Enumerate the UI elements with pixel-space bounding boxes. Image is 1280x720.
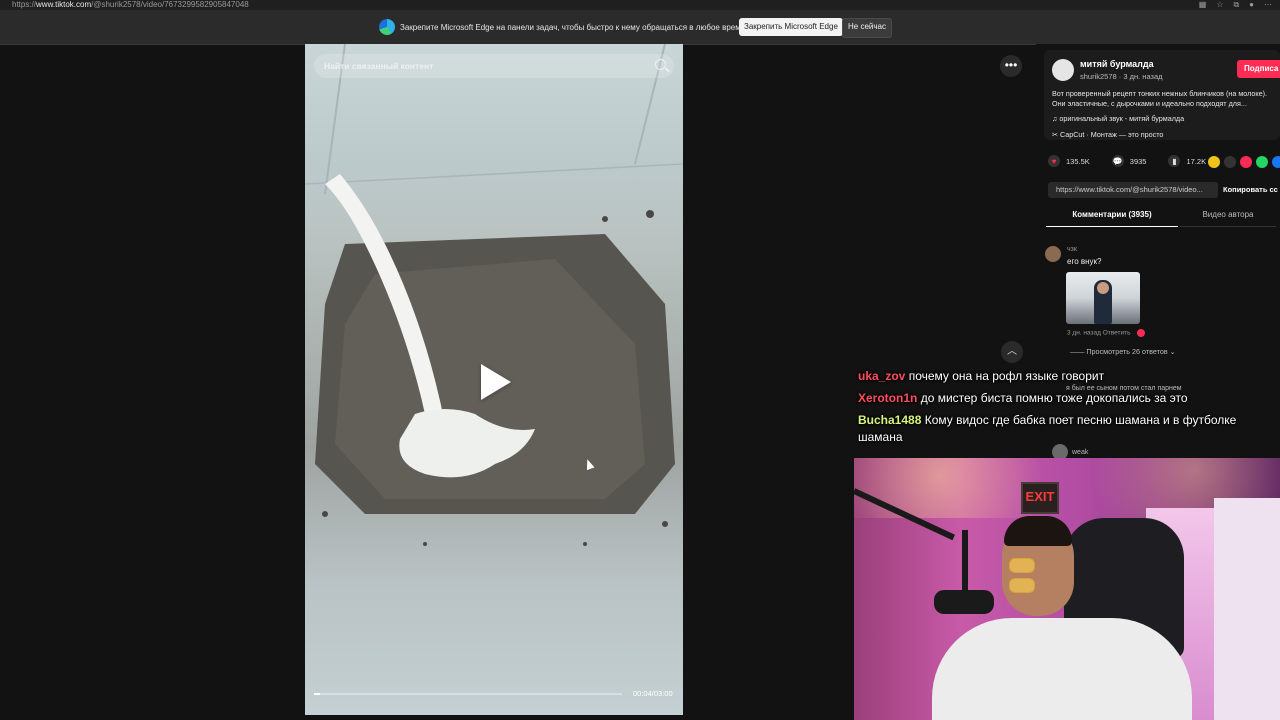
chat-message: Bucha1488 Кому видос где бабка поет песн… <box>858 412 1280 446</box>
chat-text: почему она на рофл языке говорит <box>908 369 1105 383</box>
author-avatar[interactable] <box>1052 59 1074 81</box>
webcam-overlay: EXIT <box>854 458 1280 720</box>
exit-sign: EXIT <box>1021 482 1059 514</box>
extensions-icon[interactable]: ▦ <box>1199 0 1207 9</box>
chat-username: Bucha1488 <box>858 413 922 427</box>
chat-message: Xeroton1n до мистер биста помню тоже док… <box>858 390 1280 407</box>
author-handle: shurik2578 · 3 дн. назад <box>1080 72 1163 81</box>
commenter-avatar[interactable] <box>1045 246 1061 262</box>
chat-message: uka_zov почему она на рофл языке говорит <box>858 368 1280 385</box>
coin-icon[interactable] <box>1208 156 1220 168</box>
more-options-icon[interactable]: ••• <box>1000 55 1022 77</box>
streamer-shirt <box>932 618 1192 720</box>
comment-meta-text[interactable]: 3 дн. назад Ответить <box>1067 330 1131 337</box>
view-replies-button[interactable]: —— Просмотреть 26 ответов ⌄ <box>1070 347 1176 356</box>
glasses <box>1009 558 1069 593</box>
url-prefix: https:// <box>12 0 37 9</box>
chat-username: uka_zov <box>858 369 906 383</box>
related-search-bar[interactable]: Найти связанный контент <box>314 54 674 78</box>
search-icon[interactable] <box>655 59 666 70</box>
comment-like-icon[interactable] <box>1136 329 1145 337</box>
whatsapp-icon[interactable] <box>1256 156 1268 168</box>
video-progress-bar[interactable] <box>314 693 622 695</box>
not-now-button[interactable]: Не сейчас <box>842 18 892 38</box>
pin-edge-button[interactable]: Закрепить Microsoft Edge <box>739 18 843 36</box>
url-path: /@shurik2578/video/7673299582905847048 <box>91 0 249 9</box>
comment-meta: 3 дн. назад Ответить <box>1067 329 1145 337</box>
commenter-name[interactable]: чзк <box>1067 246 1077 253</box>
share-icons <box>1208 156 1280 168</box>
engagement-stats: ♥ 135.5K 💬 3935 ▮ 17.2K <box>1048 155 1206 167</box>
embed-icon[interactable] <box>1224 156 1236 168</box>
menu-icon[interactable]: ⋯ <box>1264 0 1272 9</box>
comment-icon[interactable]: 💬 <box>1111 155 1124 167</box>
collections-icon[interactable]: ⧉ <box>1233 0 1239 9</box>
chevron-up-icon[interactable]: ︿ <box>1001 341 1023 363</box>
url-domain: www.tiktok.com <box>36 0 92 9</box>
author-name[interactable]: митяй бурмалда <box>1080 59 1154 69</box>
comment-image[interactable] <box>1066 272 1140 324</box>
video-player[interactable]: Найти связанный контент 00:04/03:00 <box>305 44 683 715</box>
related-search-placeholder: Найти связанный контент <box>324 61 434 71</box>
favorite-icon[interactable]: ☆ <box>1216 0 1223 9</box>
edge-message: Закрепите Microsoft Edge на панели задач… <box>400 23 746 32</box>
facebook-icon[interactable] <box>1272 156 1280 168</box>
sound-label: оригинальный звук - митяй бурмалда <box>1059 114 1185 123</box>
copy-link-button[interactable]: Копировать сс <box>1223 182 1278 198</box>
follow-button[interactable]: Подписа <box>1237 60 1280 78</box>
video-link-field[interactable]: https://www.tiktok.com/@shurik2578/video… <box>1048 182 1218 198</box>
tab-comments[interactable]: Комментарии (3935) <box>1046 208 1178 227</box>
view-replies-label: Просмотреть 26 ответов <box>1086 347 1168 356</box>
address-bar[interactable]: https://www.tiktok.com/@shurik2578/video… <box>0 0 1280 10</box>
capcut-link[interactable]: ✂ CapCut · Монтаж — это просто <box>1052 130 1163 139</box>
saves-count: 17.2K <box>1186 156 1207 166</box>
stream-chat-overlay: uka_zov почему она на рофл языке говорит… <box>858 368 1280 451</box>
comment-text: его внук? <box>1067 257 1102 266</box>
comment-image-face <box>1097 282 1109 294</box>
sound-link[interactable]: ♫ оригинальный звук - митяй бурмалда <box>1052 114 1184 123</box>
post-description: Вот проверенный рецепт тонких нежных бли… <box>1052 89 1268 108</box>
play-icon[interactable] <box>481 364 511 400</box>
video-progress-fill <box>314 693 321 695</box>
display-case <box>1214 498 1280 720</box>
comments-count: 3935 <box>1129 156 1147 166</box>
send-icon[interactable] <box>1240 156 1252 168</box>
likes-count: 135.5K <box>1066 156 1090 166</box>
profile-icon[interactable]: ● <box>1249 0 1254 9</box>
chat-username: Xeroton1n <box>858 391 918 405</box>
tab-author-videos[interactable]: Видео автора <box>1180 208 1276 227</box>
streamer-hair <box>1004 516 1072 546</box>
microphone <box>934 590 994 614</box>
edge-pin-notification: Закрепите Microsoft Edge на панели задач… <box>0 10 1280 45</box>
video-time: 00:04/03:00 <box>633 689 673 698</box>
url-text[interactable]: https://www.tiktok.com/@shurik2578/video… <box>12 0 249 9</box>
heart-icon[interactable]: ♥ <box>1048 155 1060 167</box>
chat-text: до мистер биста помню тоже докопались за… <box>920 391 1188 405</box>
bookmark-icon[interactable]: ▮ <box>1168 155 1181 167</box>
capcut-label: CapCut · Монтаж — это просто <box>1060 130 1164 139</box>
edge-logo-icon <box>379 19 395 35</box>
